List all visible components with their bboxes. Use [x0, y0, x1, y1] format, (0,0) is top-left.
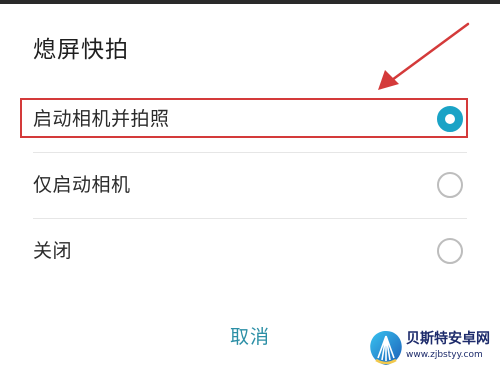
- screenshot-frame: 熄屏快拍 启动相机并拍照 仅启动相机 关闭 取消 贝斯特安卓网 www.zjbs…: [0, 0, 500, 374]
- option-label: 仅启动相机: [33, 174, 131, 196]
- option-launch-camera-and-shoot[interactable]: 启动相机并拍照: [20, 98, 468, 138]
- radio-unselected-icon[interactable]: [437, 238, 463, 264]
- dialog-title: 熄屏快拍: [33, 37, 129, 63]
- radio-unselected-icon[interactable]: [437, 172, 463, 198]
- screen-off-snapshot-dialog: 熄屏快拍 启动相机并拍照 仅启动相机 关闭 取消: [0, 4, 500, 374]
- site-watermark: 贝斯特安卓网 www.zjbstyy.com: [366, 326, 496, 372]
- option-label: 关闭: [33, 240, 73, 262]
- shell-logo-icon: [370, 331, 402, 365]
- watermark-url: www.zjbstyy.com: [406, 350, 483, 360]
- divider: [33, 218, 467, 219]
- option-off[interactable]: 关闭: [20, 230, 468, 270]
- cancel-button[interactable]: 取消: [210, 322, 290, 349]
- divider: [33, 152, 467, 153]
- option-label: 启动相机并拍照: [33, 108, 170, 130]
- option-launch-camera-only[interactable]: 仅启动相机: [20, 164, 468, 204]
- radio-selected-icon[interactable]: [437, 106, 463, 132]
- watermark-name: 贝斯特安卓网: [406, 331, 490, 347]
